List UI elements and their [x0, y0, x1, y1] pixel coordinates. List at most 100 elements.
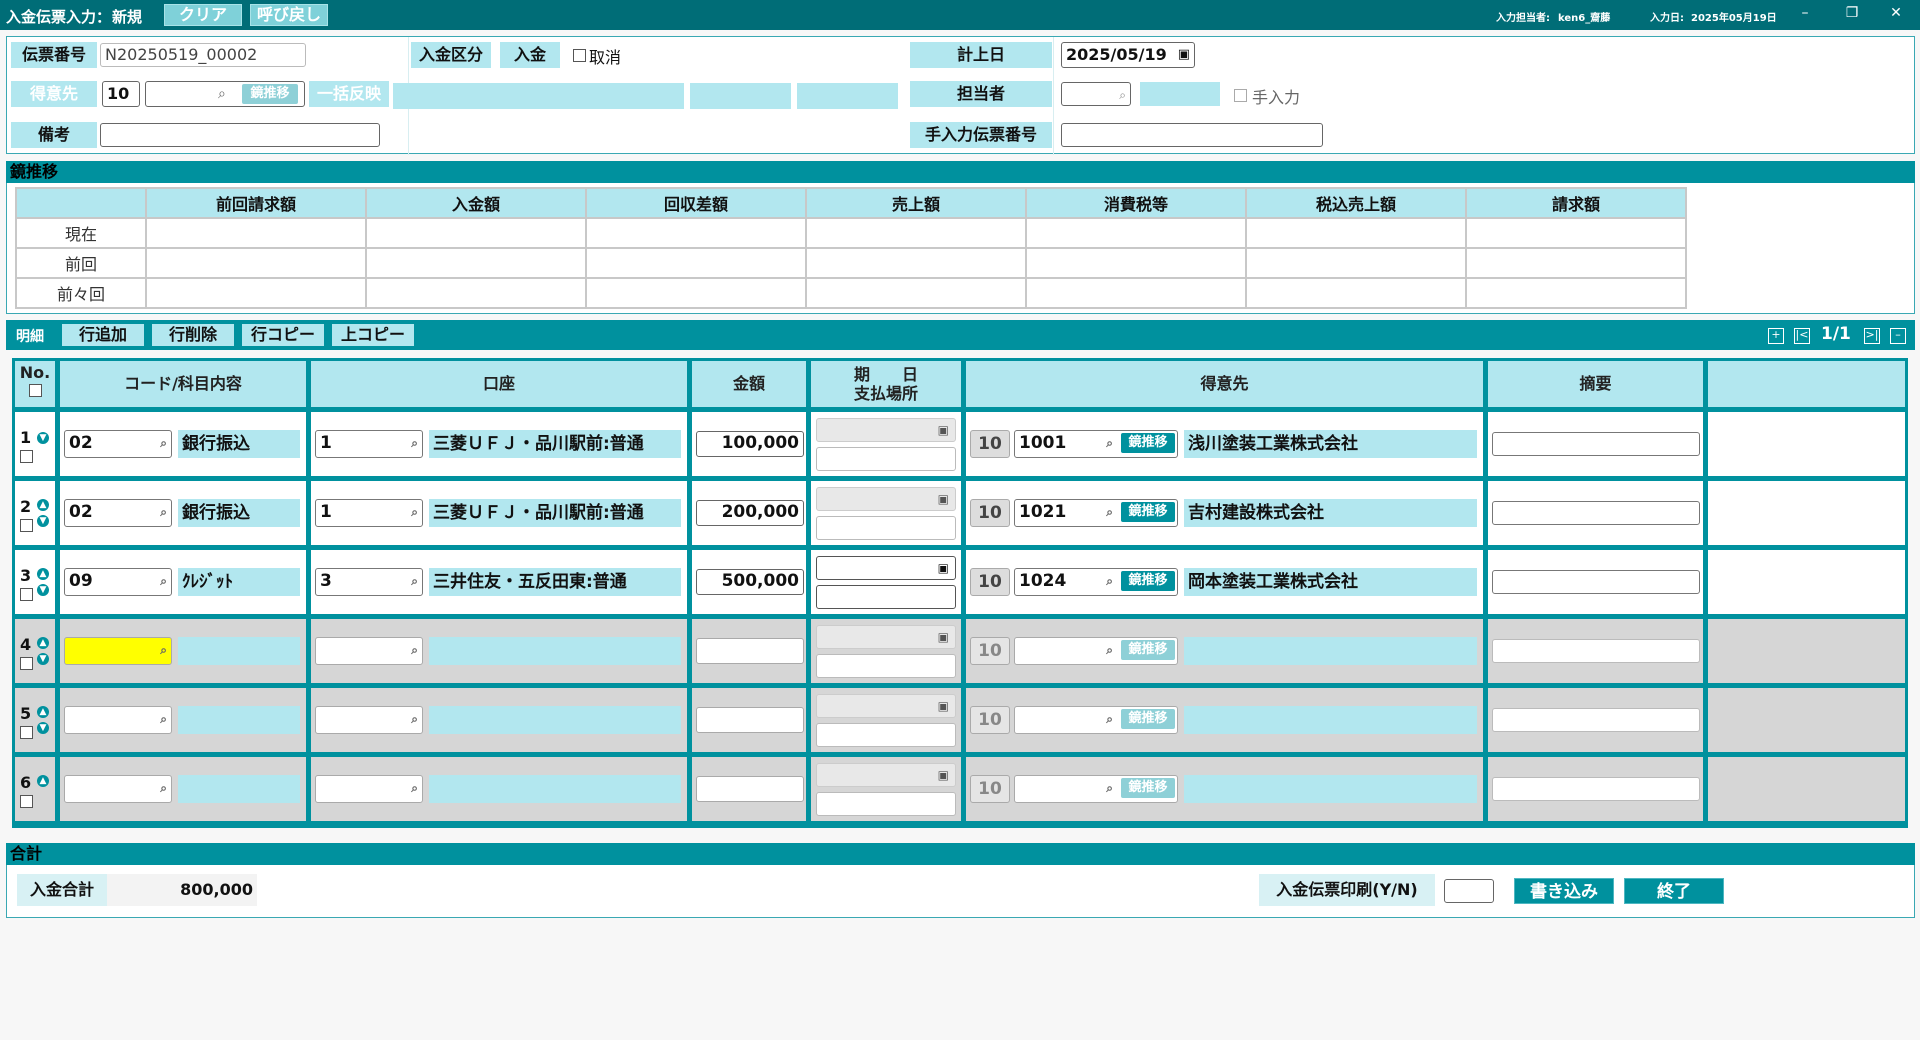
row-checkbox[interactable]	[20, 588, 33, 601]
code-search-icon[interactable]: ⌕	[160, 638, 167, 663]
due-date-input[interactable]: ▣	[816, 418, 956, 442]
customer-suii-button[interactable]: 鏡推移	[242, 84, 298, 104]
code-input[interactable]: 09 ⌕	[64, 568, 172, 596]
account-search-icon[interactable]: ⌕	[411, 776, 418, 801]
due-date-input[interactable]: ▣	[816, 625, 956, 649]
kubun-value[interactable]: 入金	[500, 42, 560, 68]
code-input[interactable]: 02 ⌕	[64, 499, 172, 527]
amount-input[interactable]: 500,000	[696, 569, 804, 595]
customer-search-icon[interactable]: ⌕	[1106, 776, 1113, 801]
account-search-icon[interactable]: ⌕	[411, 569, 418, 594]
payment-place-input[interactable]	[816, 723, 956, 747]
account-input[interactable]: ⌕	[315, 637, 423, 665]
amount-input[interactable]	[696, 776, 804, 802]
manual-slip-field[interactable]	[1061, 123, 1323, 147]
account-input[interactable]: ⌕	[315, 706, 423, 734]
calendar-icon[interactable]: ▣	[938, 630, 949, 644]
payment-place-input[interactable]	[816, 447, 956, 471]
customer-code-input[interactable]: ⌕ 鏡推移	[1014, 775, 1178, 803]
delete-row-button[interactable]: 行削除	[152, 324, 234, 346]
code-search-icon[interactable]: ⌕	[160, 707, 167, 732]
end-button[interactable]: 終了	[1624, 878, 1724, 904]
amount-input[interactable]: 200,000	[696, 500, 804, 526]
minimize-icon[interactable]: –	[1795, 5, 1815, 21]
row-checkbox[interactable]	[20, 795, 33, 808]
posting-date-field[interactable]: 2025/05/19 ▣	[1061, 42, 1195, 68]
move-up-icon[interactable]: ▲	[37, 706, 49, 718]
tekiyo-input[interactable]	[1492, 501, 1700, 525]
payment-place-input[interactable]	[816, 654, 956, 678]
code-search-icon[interactable]: ⌕	[160, 776, 167, 801]
due-date-input[interactable]: ▣	[816, 556, 956, 580]
payment-place-input[interactable]	[816, 516, 956, 540]
calendar-icon[interactable]: ▣	[938, 768, 949, 782]
code-search-icon[interactable]: ⌕	[160, 431, 167, 456]
row-checkbox[interactable]	[20, 450, 33, 463]
write-button[interactable]: 書き込み	[1514, 878, 1614, 904]
row-suii-button[interactable]: 鏡推移	[1121, 502, 1175, 522]
recall-button[interactable]: 呼び戻し	[250, 4, 328, 26]
move-up-icon[interactable]: ▲	[37, 568, 49, 580]
amount-input[interactable]	[696, 707, 804, 733]
slip-no-field[interactable]: N20250519_00002	[100, 43, 306, 67]
customer-type-field[interactable]: 10	[970, 568, 1010, 596]
code-input[interactable]: ⌕	[64, 637, 172, 665]
tekiyo-input[interactable]	[1492, 639, 1700, 663]
customer-type-field[interactable]: 10	[970, 637, 1010, 665]
calendar-icon[interactable]: ▣	[938, 699, 949, 713]
select-all-checkbox[interactable]	[28, 384, 42, 397]
row-suii-button[interactable]: 鏡推移	[1121, 709, 1175, 729]
row-suii-button[interactable]: 鏡推移	[1121, 433, 1175, 453]
due-date-input[interactable]: ▣	[816, 487, 956, 511]
code-input[interactable]: ⌕	[64, 706, 172, 734]
account-search-icon[interactable]: ⌕	[411, 431, 418, 456]
amount-input[interactable]	[696, 638, 804, 664]
row-suii-button[interactable]: 鏡推移	[1121, 778, 1175, 798]
move-down-icon[interactable]: ▼	[37, 722, 49, 734]
code-search-icon[interactable]: ⌕	[160, 569, 167, 594]
payment-place-input[interactable]	[816, 792, 956, 816]
due-date-input[interactable]: ▣	[816, 763, 956, 787]
copy-row-button[interactable]: 行コピー	[242, 324, 324, 346]
close-icon[interactable]: ✕	[1886, 5, 1906, 21]
tekiyo-input[interactable]	[1492, 570, 1700, 594]
customer-search-icon[interactable]: ⌕	[1106, 638, 1113, 663]
tekiyo-input[interactable]	[1492, 432, 1700, 456]
row-checkbox[interactable]	[20, 519, 33, 532]
customer-type-field[interactable]: 10	[970, 499, 1010, 527]
staff-code-field[interactable]: ⌕	[1061, 82, 1131, 106]
row-suii-button[interactable]: 鏡推移	[1121, 640, 1175, 660]
last-page-icon[interactable]: >|	[1864, 328, 1880, 344]
tekiyo-input[interactable]	[1492, 777, 1700, 801]
cancel-checkbox[interactable]	[573, 49, 586, 62]
ikkatsu-button[interactable]: 一括反映	[309, 81, 389, 107]
tekiyo-input[interactable]	[1492, 708, 1700, 732]
memo-field[interactable]	[100, 123, 380, 147]
account-input[interactable]: 3 ⌕	[315, 568, 423, 596]
move-down-icon[interactable]: ▼	[37, 515, 49, 527]
add-row-button[interactable]: 行追加	[62, 324, 144, 346]
move-up-icon[interactable]: ▲	[37, 637, 49, 649]
code-input[interactable]: 02 ⌕	[64, 430, 172, 458]
account-search-icon[interactable]: ⌕	[411, 707, 418, 732]
customer-code-field[interactable]: 10	[102, 81, 140, 107]
customer-search-icon[interactable]: ⌕	[1106, 500, 1113, 525]
collapse-icon[interactable]: –	[1890, 328, 1906, 344]
customer-code-input[interactable]: ⌕ 鏡推移	[1014, 637, 1178, 665]
first-page-icon[interactable]: |<	[1794, 328, 1810, 344]
customer-type-field[interactable]: 10	[970, 775, 1010, 803]
calendar-icon[interactable]: ▣	[938, 561, 949, 575]
account-search-icon[interactable]: ⌕	[411, 638, 418, 663]
customer-type-field[interactable]: 10	[970, 706, 1010, 734]
customer-code-input[interactable]: 1001 ⌕ 鏡推移	[1014, 430, 1178, 458]
move-down-icon[interactable]: ▼	[37, 653, 49, 665]
move-up-icon[interactable]: ▲	[37, 499, 49, 511]
account-input[interactable]: ⌕	[315, 775, 423, 803]
calendar-icon[interactable]: ▣	[1178, 43, 1190, 67]
move-up-icon[interactable]: ▲	[37, 775, 49, 787]
customer-code-input[interactable]: ⌕ 鏡推移	[1014, 706, 1178, 734]
amount-input[interactable]: 100,000	[696, 431, 804, 457]
payment-place-input[interactable]	[816, 585, 956, 609]
calendar-icon[interactable]: ▣	[938, 492, 949, 506]
account-input[interactable]: 1 ⌕	[315, 499, 423, 527]
